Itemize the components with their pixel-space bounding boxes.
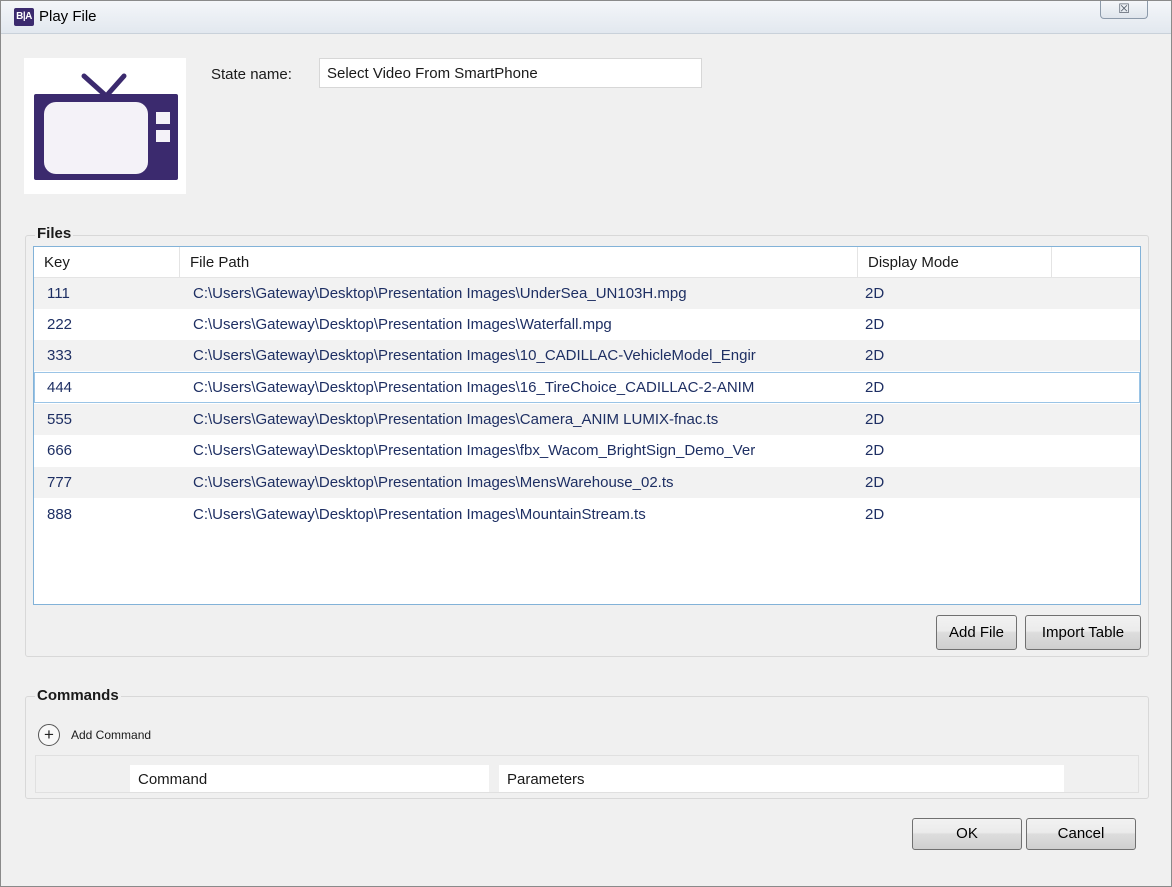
play-file-dialog: B|A Play File ☒ State name: Files Key Fi… xyxy=(0,0,1172,887)
row-display-mode: 2D xyxy=(865,442,885,459)
row-display-mode: 2D xyxy=(865,506,885,523)
table-row[interactable]: 888 C:\Users\Gateway\Desktop\Presentatio… xyxy=(34,499,1140,530)
cancel-button[interactable]: Cancel xyxy=(1026,818,1136,850)
files-group-label: Files xyxy=(35,225,74,242)
row-display-mode: 2D xyxy=(865,316,885,333)
row-file-path: C:\Users\Gateway\Desktop\Presentation Im… xyxy=(193,316,612,333)
commands-group-label: Commands xyxy=(35,687,121,704)
state-thumbnail xyxy=(24,58,186,194)
import-table-button[interactable]: Import Table xyxy=(1025,615,1141,650)
table-row[interactable]: 777 C:\Users\Gateway\Desktop\Presentatio… xyxy=(34,467,1140,498)
window-title: Play File xyxy=(39,8,97,25)
row-key: 222 xyxy=(47,316,73,333)
row-file-path: C:\Users\Gateway\Desktop\Presentation Im… xyxy=(193,506,646,523)
row-display-mode: 2D xyxy=(865,347,885,364)
column-header-file-path[interactable]: File Path xyxy=(180,247,858,278)
row-key: 666 xyxy=(47,442,73,459)
table-row[interactable]: 666 C:\Users\Gateway\Desktop\Presentatio… xyxy=(34,435,1140,466)
files-table-header: Key File Path Display Mode xyxy=(34,247,1140,278)
column-header-key[interactable]: Key xyxy=(34,247,180,278)
commands-table[interactable]: Command Parameters xyxy=(35,755,1139,793)
row-file-path: C:\Users\Gateway\Desktop\Presentation Im… xyxy=(193,285,687,302)
app-logo-icon: B|A xyxy=(14,8,34,26)
row-display-mode: 2D xyxy=(865,379,885,396)
column-header-command[interactable]: Command xyxy=(130,765,489,792)
add-file-button[interactable]: Add File xyxy=(936,615,1017,650)
table-row[interactable]: 333 C:\Users\Gateway\Desktop\Presentatio… xyxy=(34,340,1140,371)
row-file-path: C:\Users\Gateway\Desktop\Presentation Im… xyxy=(193,442,756,459)
add-command-link[interactable]: Add Command xyxy=(71,728,151,742)
row-key: 111 xyxy=(47,285,70,302)
add-command-plus-icon[interactable]: + xyxy=(38,724,60,746)
row-file-path: C:\Users\Gateway\Desktop\Presentation Im… xyxy=(193,411,719,428)
row-display-mode: 2D xyxy=(865,411,885,428)
row-file-path: C:\Users\Gateway\Desktop\Presentation Im… xyxy=(193,379,755,396)
column-header-display-mode[interactable]: Display Mode xyxy=(858,247,1052,278)
files-table[interactable]: Key File Path Display Mode 111 C:\Users\… xyxy=(33,246,1141,605)
ok-button[interactable]: OK xyxy=(912,818,1022,850)
table-row-selected[interactable]: 444 C:\Users\Gateway\Desktop\Presentatio… xyxy=(34,372,1140,403)
row-file-path: C:\Users\Gateway\Desktop\Presentation Im… xyxy=(193,474,674,491)
row-key: 888 xyxy=(47,506,73,523)
row-key: 333 xyxy=(47,347,73,364)
tv-icon xyxy=(34,73,178,180)
table-row[interactable]: 555 C:\Users\Gateway\Desktop\Presentatio… xyxy=(34,404,1140,435)
table-row[interactable]: 222 C:\Users\Gateway\Desktop\Presentatio… xyxy=(34,309,1140,340)
title-bar[interactable]: B|A Play File ☒ xyxy=(1,1,1171,34)
column-header-parameters[interactable]: Parameters xyxy=(499,765,1064,792)
state-name-label: State name: xyxy=(211,66,292,83)
row-key: 444 xyxy=(47,379,73,396)
table-row[interactable]: 111 C:\Users\Gateway\Desktop\Presentatio… xyxy=(34,278,1140,309)
close-button[interactable]: ☒ xyxy=(1100,1,1148,19)
row-key: 777 xyxy=(47,474,73,491)
row-display-mode: 2D xyxy=(865,285,885,302)
row-display-mode: 2D xyxy=(865,474,885,491)
row-key: 555 xyxy=(47,411,73,428)
state-name-input[interactable] xyxy=(319,58,702,88)
row-file-path: C:\Users\Gateway\Desktop\Presentation Im… xyxy=(193,347,756,364)
